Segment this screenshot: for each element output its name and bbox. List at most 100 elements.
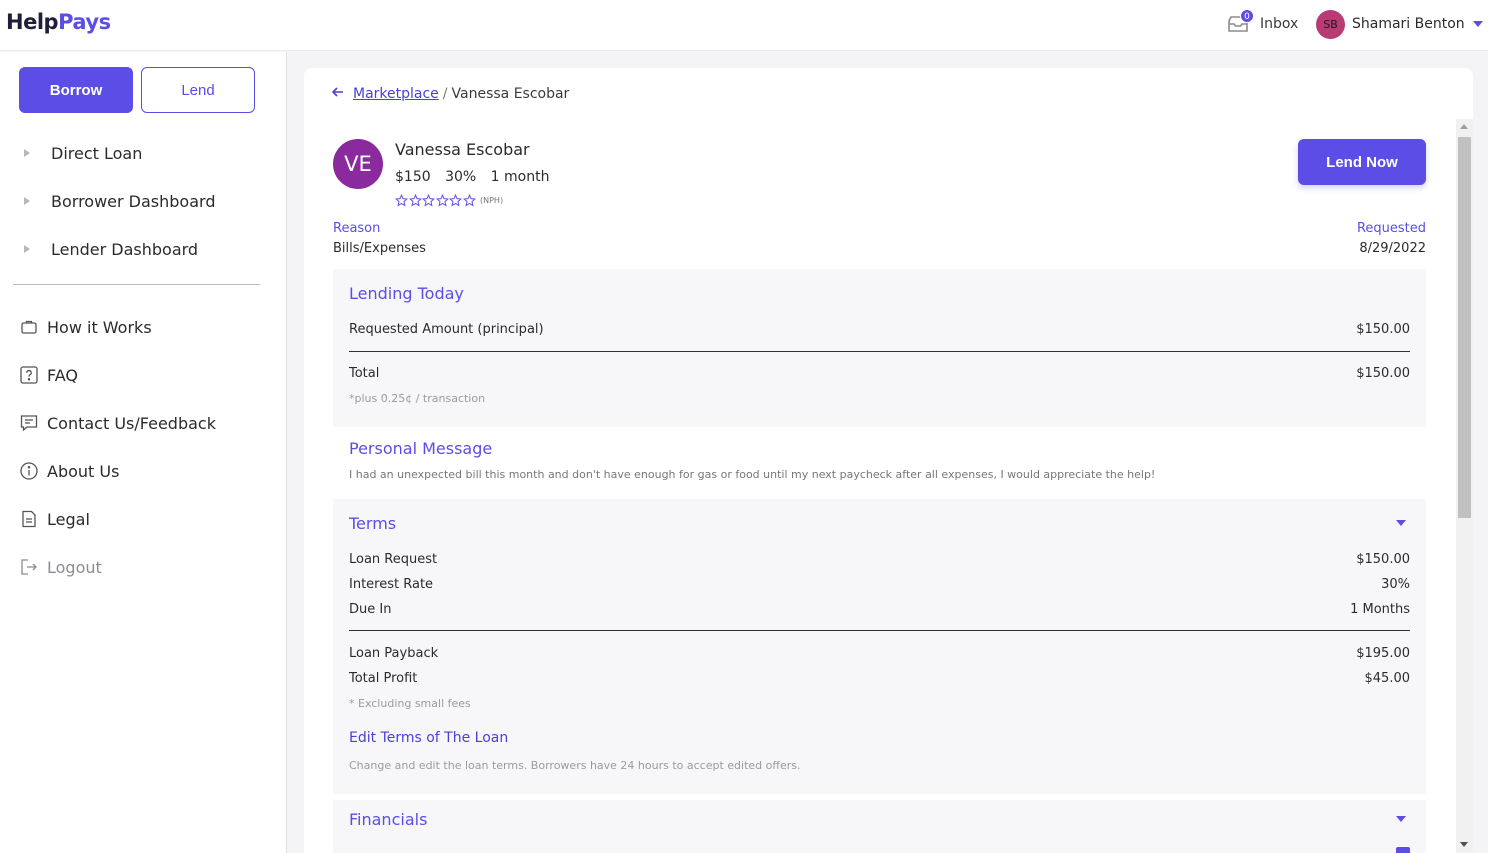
document-icon (19, 509, 39, 529)
sidebar-item-label: Lender Dashboard (51, 239, 199, 259)
borrower-avatar: VE (333, 139, 383, 189)
loan-request-value: $150.00 (1356, 552, 1410, 567)
total-profit-value: $45.00 (1364, 671, 1411, 686)
sidebar-item-how-it-works[interactable]: How it Works (0, 312, 287, 342)
logo-text-help: Help (6, 10, 59, 34)
section-divider (349, 630, 1410, 631)
sidebar-item-borrower-dashboard[interactable]: Borrower Dashboard (0, 186, 287, 216)
financials-title: Financials (349, 810, 428, 829)
helppays-logo[interactable]: HelpPays (6, 10, 111, 34)
briefcase-icon (19, 317, 39, 337)
terms-title: Terms (349, 514, 397, 533)
caret-right-icon (24, 245, 30, 253)
scroll-down-arrow-icon[interactable] (1460, 842, 1468, 847)
due-in-label: Due In (349, 602, 392, 617)
borrow-button[interactable]: Borrow (19, 67, 133, 113)
lending-today-title: Lending Today (349, 284, 464, 303)
chevron-down-icon (1472, 21, 1483, 27)
total-profit-label: Total Profit (349, 671, 418, 686)
inbox-icon: 0 (1226, 9, 1254, 36)
total-label: Total (349, 366, 380, 381)
edit-terms-link[interactable]: Edit Terms of The Loan (349, 730, 508, 746)
requested-value: 8/29/2022 (1359, 241, 1426, 256)
interest-rate-row: Interest Rate 30% (349, 577, 1410, 595)
fee-note: *plus 0.25¢ / transaction (349, 392, 486, 405)
lend-button[interactable]: Lend (141, 67, 255, 113)
loan-amount: $150 (395, 169, 431, 185)
checkbox[interactable] (1396, 847, 1410, 853)
sidebar-item-label: About Us (47, 461, 120, 481)
sidebar-item-about[interactable]: About Us (0, 456, 287, 486)
loan-duration: 1 month (490, 169, 550, 185)
caret-right-icon (24, 149, 30, 157)
star-outline-icon (422, 194, 435, 207)
personal-message-title: Personal Message (349, 439, 493, 458)
due-in-row: Due In 1 Months (349, 602, 1410, 620)
due-in-value: 1 Months (1350, 602, 1410, 617)
star-outline-icon (435, 194, 449, 207)
lending-today-section: Lending Today Requested Amount (principa… (333, 269, 1426, 427)
sidebar-item-lender-dashboard[interactable]: Lender Dashboard (0, 234, 287, 264)
top-header: HelpPays 0 Inbox SB Shamari Benton (0, 0, 1488, 51)
user-avatar: SB (1316, 9, 1345, 39)
personal-message-text: I had an unexpected bill this month and … (349, 468, 1156, 481)
sidebar-item-label: Borrower Dashboard (51, 191, 216, 211)
info-icon (19, 461, 39, 481)
lend-now-button[interactable]: Lend Now (1298, 139, 1426, 185)
sidebar-item-label: How it Works (47, 317, 152, 337)
star-outline-icon (449, 194, 462, 207)
breadcrumb-marketplace-link[interactable]: Marketplace (353, 86, 439, 102)
requested-label: Requested (1356, 221, 1426, 236)
chat-icon (19, 413, 39, 433)
question-icon (19, 365, 39, 385)
interest-rate-value: 30% (1381, 577, 1410, 592)
loan-summary: $150 30% 1 month (395, 169, 559, 185)
breadcrumb: Marketplace / Vanessa Escobar (331, 84, 569, 104)
arrow-left-icon[interactable] (331, 85, 345, 103)
principal-row: Requested Amount (principal) $150.00 (349, 322, 1410, 340)
fees-note: * Excluding small fees (349, 697, 471, 710)
sidebar-item-logout[interactable]: Logout (0, 552, 287, 582)
star-outline-icon (462, 194, 476, 207)
logout-icon (19, 557, 39, 577)
financials-section: Financials (333, 800, 1426, 853)
total-value: $150.00 (1356, 366, 1410, 381)
total-profit-row: Total Profit $45.00 (349, 671, 1410, 689)
chevron-down-icon[interactable] (1396, 816, 1406, 822)
scrollbar-thumb[interactable] (1458, 137, 1471, 518)
sidebar-item-contact[interactable]: Contact Us/Feedback (0, 408, 287, 438)
borrower-name: Vanessa Escobar (395, 140, 530, 159)
principal-label: Requested Amount (principal) (349, 322, 544, 337)
sidebar-item-legal[interactable]: Legal (0, 504, 287, 534)
user-menu[interactable]: SB Shamari Benton (1316, 9, 1483, 39)
principal-value: $150.00 (1356, 322, 1410, 337)
sidebar-item-label: Direct Loan (51, 143, 143, 163)
sidebar-item-faq[interactable]: FAQ (0, 360, 287, 390)
reason-label: Reason (333, 221, 381, 236)
sidebar-item-label: FAQ (47, 365, 78, 385)
sidebar-item-direct-loan[interactable]: Direct Loan (0, 138, 287, 168)
loan-payback-label: Loan Payback (349, 646, 439, 661)
section-divider (349, 351, 1410, 352)
loan-request-label: Loan Request (349, 552, 438, 567)
loan-rate: 30% (445, 169, 477, 185)
inbox-button[interactable]: 0 Inbox (1226, 9, 1299, 38)
rating-stars: (NPH) (395, 194, 503, 207)
sidebar-item-label: Contact Us/Feedback (47, 413, 216, 433)
loan-detail-card: Marketplace / Vanessa Escobar VE Vanessa… (304, 68, 1473, 853)
inbox-count-badge: 0 (1240, 9, 1254, 23)
terms-section: Terms Loan Request $150.00 Interest Rate… (333, 499, 1426, 794)
scroll-up-arrow-icon[interactable] (1460, 124, 1468, 129)
sidebar: Borrow Lend Direct Loan Borrower Dashboa… (0, 52, 287, 853)
sidebar-item-label: Logout (47, 557, 102, 577)
inbox-label: Inbox (1260, 16, 1299, 32)
caret-right-icon (24, 197, 30, 205)
loan-payback-row: Loan Payback $195.00 (349, 646, 1410, 664)
chevron-down-icon[interactable] (1396, 520, 1406, 526)
star-outline-icon (408, 194, 422, 207)
logo-text-pays: Pays (58, 10, 111, 34)
edit-terms-note: Change and edit the loan terms. Borrower… (349, 759, 801, 772)
total-row: Total $150.00 (349, 366, 1410, 384)
reason-value: Bills/Expenses (333, 241, 426, 256)
breadcrumb-separator: / (442, 86, 448, 102)
